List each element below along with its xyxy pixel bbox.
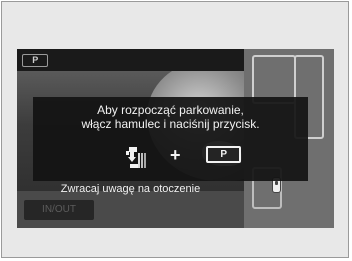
dialog-message: Aby rozpocząć parkowanie, włącz hamulec …: [33, 103, 308, 131]
dialog-icons-row: + P: [33, 143, 308, 169]
dialog-message-line2: włącz hamulec i naciśnij przycisk.: [81, 117, 260, 131]
brake-pedal-icon: [126, 147, 146, 168]
parking-mode-icon: P: [22, 54, 48, 67]
plus-sign: +: [170, 145, 181, 165]
parking-start-dialog: Aby rozpocząć parkowanie, włącz hamulec …: [33, 97, 308, 181]
parking-assist-screen: P Aby rozpocząć parkowanie, włącz hamule…: [17, 49, 334, 228]
dialog-message-line1: Aby rozpocząć parkowanie,: [97, 103, 244, 117]
parking-assist-button-icon: P: [206, 146, 241, 163]
parking-mode-icon-label: P: [32, 55, 38, 65]
caution-note: Zwracaj uwagę na otoczenie: [60, 183, 201, 195]
in-out-button[interactable]: IN/OUT: [24, 200, 94, 220]
parking-assist-button-icon-label: P: [220, 149, 227, 160]
